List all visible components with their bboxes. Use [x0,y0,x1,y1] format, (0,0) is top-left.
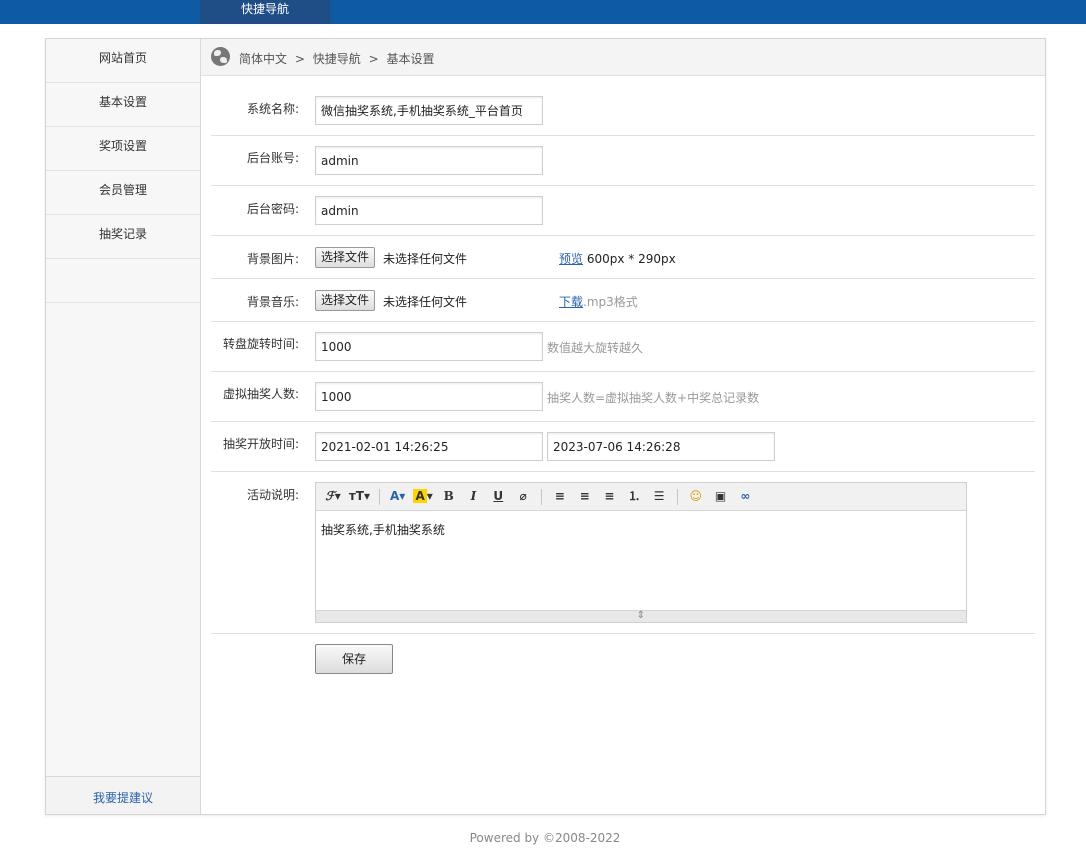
editor-toolbar: ℱ▾ тT▾ A▾ A ▾ B I U ⌀ ≡ ≡ ≡ ⒈ ☰ ☺ ▣ ∞ [316,483,966,511]
row-open-time: 抽奖开放时间: [211,422,1035,472]
link-icon[interactable]: ∞ [736,486,754,506]
system-name-input[interactable] [315,96,543,125]
row-virtual-count: 虚拟抽奖人数: 抽奖人数=虚拟抽奖人数+中奖总记录数 [211,372,1035,422]
sidebar-item-draw-records[interactable]: 抽奖记录 [46,215,200,259]
row-admin-password: 后台密码: [211,186,1035,236]
tab-quick-navigation[interactable]: 快捷导航 [200,0,330,24]
background-color-letter: A [413,489,427,503]
virtual-count-input[interactable] [315,382,543,411]
row-background-image: 背景图片: 选择文件 未选择任何文件 预览 600px * 290px [211,236,1035,279]
align-center-icon[interactable]: ≡ [576,486,594,506]
sidebar-item-home[interactable]: 网站首页 [46,39,200,83]
row-background-music: 背景音乐: 选择文件 未选择任何文件 下载.mp3格式 [211,279,1035,322]
preview-link[interactable]: 预览 [559,252,583,266]
breadcrumb-bar: 简体中文 > 快捷导航 > 基本设置 [201,39,1045,76]
rich-text-editor: ℱ▾ тT▾ A▾ A ▾ B I U ⌀ ≡ ≡ ≡ ⒈ ☰ ☺ ▣ ∞ 抽奖… [315,482,967,623]
music-file-status: 未选择任何文件 [383,295,468,309]
row-spin-time: 转盘旋转时间: 数值越大旋转越久 [211,322,1035,372]
label-admin-account: 后台账号: [246,151,299,165]
open-time-start-input[interactable] [315,432,543,461]
sidebar: 网站首页 基本设置 奖项设置 会员管理 抽奖记录 我要提建议 [46,39,201,814]
label-system-name: 系统名称: [246,102,299,116]
image-icon[interactable]: ▣ [712,486,730,506]
row-admin-account: 后台账号: [211,136,1035,186]
label-spin-time: 转盘旋转时间: [222,337,299,351]
suggestion-link[interactable]: 我要提建议 [46,776,200,814]
choose-music-button[interactable]: 选择文件 [315,290,376,311]
eraser-icon[interactable]: ⌀ [514,486,532,506]
image-file-status: 未选择任何文件 [383,252,468,266]
row-description: 活动说明: ℱ▾ тT▾ A▾ A ▾ B I U ⌀ ≡ ≡ ≡ ⒈ ☰ ☺ … [211,472,1035,634]
main-frame: 网站首页 基本设置 奖项设置 会员管理 抽奖记录 我要提建议 简体中文 > 快捷… [45,38,1046,815]
toolbar-divider [540,488,542,505]
font-family-icon[interactable]: ℱ▾ [324,486,342,506]
background-color-caret: ▾ [426,489,433,503]
align-left-icon[interactable]: ≡ [551,486,569,506]
toolbar-divider [676,488,678,505]
spin-time-input[interactable] [315,332,543,361]
breadcrumb-quick-nav[interactable]: 快捷导航 [313,52,361,66]
sidebar-item-blank[interactable] [46,259,200,303]
label-background-image: 背景图片: [246,252,299,266]
ordered-list-icon[interactable]: ⒈ [625,486,643,506]
footer-copyright: Powered by ©2008-2022 [469,831,621,845]
download-link[interactable]: 下载 [559,295,583,309]
breadcrumb-current: 基本设置 [386,52,435,66]
underline-icon[interactable]: U [489,486,507,506]
italic-icon[interactable]: I [464,486,482,506]
label-admin-password: 后台密码: [246,202,299,216]
bold-icon[interactable]: B [440,486,458,506]
content-area: 简体中文 > 快捷导航 > 基本设置 系统名称: 后台账号: 后台密码: 背景图… [201,39,1045,814]
sidebar-item-member-management[interactable]: 会员管理 [46,171,200,215]
label-open-time: 抽奖开放时间: [222,437,299,451]
label-description: 活动说明: [246,488,299,502]
breadcrumb-separator: > [368,52,379,66]
unordered-list-icon[interactable]: ☰ [650,486,668,506]
row-system-name: 系统名称: [211,88,1035,136]
editor-content[interactable]: 抽奖系统,手机抽奖系统 [316,511,966,611]
music-download-group: 下载.mp3格式 [559,293,638,310]
breadcrumb-separator: > [294,52,305,66]
breadcrumb-language[interactable]: 简体中文 [239,52,287,66]
label-background-music: 背景音乐: [246,295,299,309]
top-navigation-bar: 快捷导航 [0,0,1086,24]
font-size-icon[interactable]: тT▾ [349,486,370,506]
globe-icon [211,47,230,66]
sidebar-item-basic-settings[interactable]: 基本设置 [46,83,200,127]
toolbar-divider [378,488,380,505]
breadcrumb: 简体中文 > 快捷导航 > 基本设置 [239,50,438,67]
align-right-icon[interactable]: ≡ [600,486,618,506]
image-preview-group: 预览 600px * 290px [559,250,676,267]
virtual-count-hint: 抽奖人数=虚拟抽奖人数+中奖总记录数 [547,391,760,405]
emoticon-icon[interactable]: ☺ [687,486,705,506]
background-color-icon[interactable]: A ▾ [413,486,433,506]
label-virtual-count: 虚拟抽奖人数: [222,387,299,401]
sidebar-item-prize-settings[interactable]: 奖项设置 [46,127,200,171]
music-format-note: .mp3格式 [583,295,638,309]
choose-image-button[interactable]: 选择文件 [315,247,376,268]
open-time-end-input[interactable] [547,432,775,461]
image-size-note: 600px * 290px [586,252,676,266]
admin-account-input[interactable] [315,146,543,175]
spin-time-hint: 数值越大旋转越久 [547,341,644,355]
admin-password-input[interactable] [315,196,543,225]
editor-resize-handle[interactable]: ⇕ [316,610,966,622]
save-button[interactable]: 保存 [315,644,393,674]
font-color-icon[interactable]: A▾ [389,486,407,506]
